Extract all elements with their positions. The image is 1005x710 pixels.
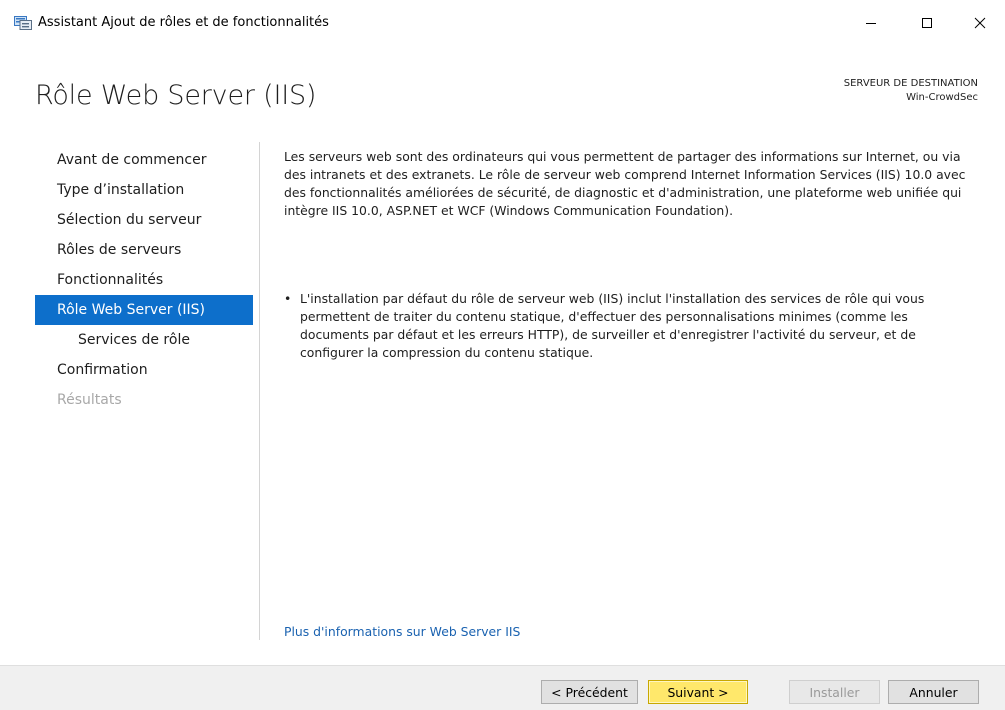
list-item: • L'installation par défaut du rôle de s… — [284, 290, 979, 362]
close-button[interactable] — [957, 8, 1003, 38]
title-bar: Assistant Ajout de rôles et de fonctionn… — [0, 0, 1005, 44]
next-button[interactable]: Suivant > — [648, 680, 748, 704]
bullet-text: L'installation par défaut du rôle de ser… — [300, 291, 925, 360]
nav-item-roles-serveurs[interactable]: Rôles de serveurs — [35, 235, 253, 265]
destination-label: SERVEUR DE DESTINATION — [843, 78, 978, 89]
nav-item-role-web-server[interactable]: Rôle Web Server (IIS) — [35, 295, 253, 325]
window-title: Assistant Ajout de rôles et de fonctionn… — [38, 15, 329, 30]
maximize-icon — [921, 14, 933, 33]
wizard-steps-nav: Avant de commencer Type d’installation S… — [35, 145, 253, 415]
bullet-icon: • — [284, 291, 292, 306]
nav-item-type-installation[interactable]: Type d’installation — [35, 175, 253, 205]
nav-item-selection-serveur[interactable]: Sélection du serveur — [35, 205, 253, 235]
intro-text: Les serveurs web sont des ordinateurs qu… — [284, 149, 966, 218]
cancel-button[interactable]: Annuler — [888, 680, 979, 704]
bullet-list: • L'installation par défaut du rôle de s… — [284, 290, 979, 362]
more-info-link[interactable]: Plus d'informations sur Web Server IIS — [284, 624, 520, 639]
nav-item-confirmation[interactable]: Confirmation — [35, 355, 253, 385]
minimize-button[interactable] — [848, 8, 894, 38]
destination-server: SERVEUR DE DESTINATION Win-CrowdSec — [844, 77, 978, 105]
install-button: Installer — [789, 680, 880, 704]
minimize-icon — [865, 14, 877, 33]
nav-item-resultats: Résultats — [57, 392, 122, 408]
server-manager-icon — [14, 15, 32, 30]
nav-item-avant-de-commencer[interactable]: Avant de commencer — [35, 145, 253, 175]
close-icon — [974, 14, 986, 33]
vertical-divider — [259, 142, 260, 640]
maximize-button[interactable] — [904, 8, 950, 38]
nav-item-fonctionnalites[interactable]: Fonctionnalités — [35, 265, 253, 295]
previous-button[interactable]: < Précédent — [541, 680, 638, 704]
page-title: Rôle Web Server (IIS) — [35, 80, 317, 111]
destination-server-name: Win-CrowdSec — [906, 92, 978, 103]
nav-item-services-de-role[interactable]: Services de rôle — [35, 325, 253, 355]
